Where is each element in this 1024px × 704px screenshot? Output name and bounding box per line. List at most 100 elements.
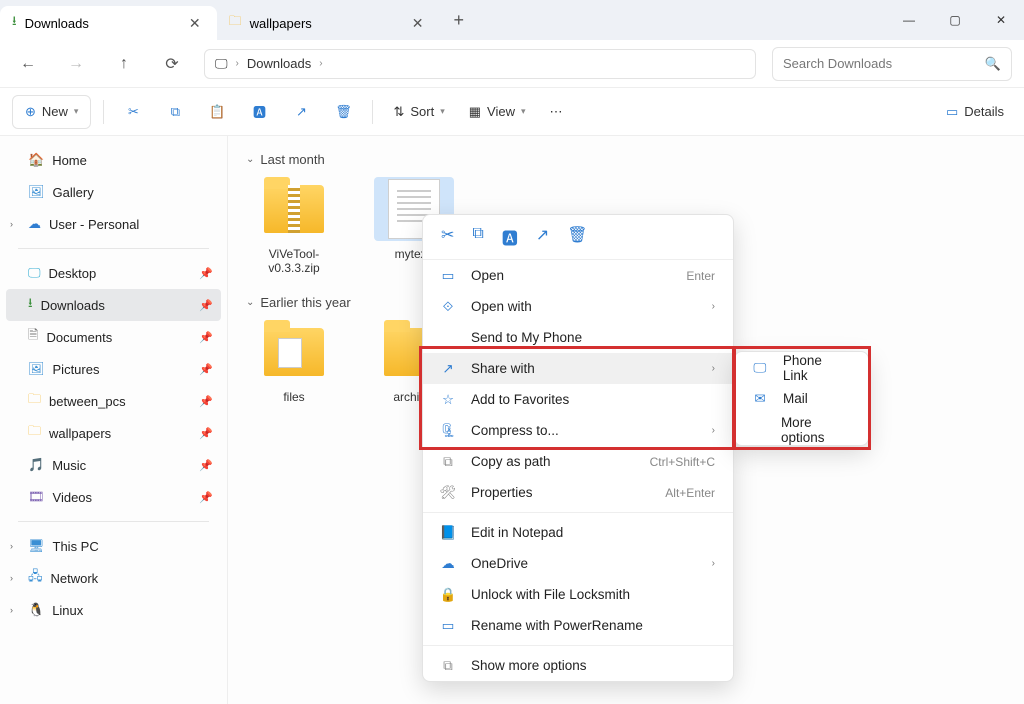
sort-label: Sort [410,104,434,119]
new-tab-button[interactable]: + [440,10,479,31]
sort-button[interactable]: ⇅ Sort ▾ [385,95,452,129]
sidebar-item-videos[interactable]: 🎞 Videos 📌 [6,481,221,513]
sidebar-item-music[interactable]: 🎵 Music 📌 [6,449,221,481]
chevron-down-icon: ⌄ [246,154,254,165]
ctx-properties[interactable]: 🛠 Properties Alt+Enter [423,477,733,508]
videos-icon: 🎞 [28,489,45,505]
file-item-zip[interactable]: ViVeTool-v0.3.3.zip [246,177,342,275]
ctx-copy-path[interactable]: ⧉ Copy as path Ctrl+Shift+C [423,446,733,477]
sort-icon: ⇅ [393,104,404,120]
pictures-icon: 🖼 [28,361,45,377]
forward-button[interactable]: → [60,48,92,80]
refresh-button[interactable]: ⟳ [156,48,188,80]
group-header-label: Last month [260,152,324,167]
pin-icon: 📌 [199,395,213,408]
sidebar-item-desktop[interactable]: 🖵 Desktop 📌 [6,257,221,289]
ctx-label: Phone Link [783,353,850,383]
divider [18,521,209,522]
tab-label: wallpapers [250,16,312,31]
notepad-icon: 📘 [439,525,457,541]
folder-item-files[interactable]: files [246,320,342,404]
ctx-label: Share with [471,361,535,376]
ctx-file-locksmith[interactable]: 🔒 Unlock with File Locksmith [423,579,733,610]
rename-button[interactable]: 🅰 [502,225,518,249]
copy-button[interactable]: ⧉ [158,95,192,129]
more-button[interactable]: ⋯ [542,95,571,129]
sidebar-item-this-pc[interactable]: › 🖥 This PC [6,530,221,562]
ctx-open-with[interactable]: ⟐ Open with › [423,291,733,322]
minimize-button[interactable]: — [886,0,932,40]
sidebar-item-label: Videos [53,490,93,505]
submenu-more-options[interactable]: More options [735,414,868,445]
search-input[interactable]: Search Downloads 🔍 [772,47,1012,81]
sidebar-item-home[interactable]: 🏠 Home [6,144,221,176]
sidebar-item-label: User - Personal [49,217,139,232]
tab-wallpapers[interactable]: 🗀 wallpapers ✕ [217,6,440,40]
sidebar-item-documents[interactable]: 🗎 Documents 📌 [6,321,221,353]
separator [372,100,373,124]
up-button[interactable]: ↑ [108,48,140,80]
search-icon: 🔍 [985,56,1001,72]
paste-button[interactable]: 📋 [200,95,234,129]
group-header-last-month[interactable]: ⌄ Last month [246,152,1006,167]
close-icon[interactable]: ✕ [185,13,205,34]
sidebar-item-downloads[interactable]: ⭳ Downloads 📌 [6,289,221,321]
breadcrumb[interactable]: 🖵 › Downloads › [204,49,756,79]
sidebar-item-label: wallpapers [49,426,111,441]
close-button[interactable]: ✕ [978,0,1024,40]
search-placeholder: Search Downloads [783,56,977,71]
share-button[interactable]: ↗ [284,95,318,129]
delete-button[interactable]: 🗑 [567,225,587,249]
sidebar-item-between-pcs[interactable]: 🗀 between_pcs 📌 [6,385,221,417]
pin-icon: 📌 [199,363,213,376]
ctx-edit-notepad[interactable]: 📘 Edit in Notepad [423,517,733,548]
tab-downloads[interactable]: ⭳ Downloads ✕ [0,6,217,40]
context-menu-toolbar: ✂ ⧉ 🅰 ↗ 🗑 [423,215,733,260]
view-button[interactable]: ▦ View ▾ [461,95,534,129]
close-icon[interactable]: ✕ [408,13,428,34]
delete-button[interactable]: 🗑 [326,95,360,129]
ctx-label: Open with [471,299,532,314]
ctx-open[interactable]: ▭ Open Enter [423,260,733,291]
new-button[interactable]: ⊕ New ▾ [12,95,91,129]
ctx-compress-to[interactable]: 🗜 Compress to... › [423,415,733,446]
cut-button[interactable]: ✂ [116,95,150,129]
sidebar-item-label: Documents [46,330,112,345]
share-icon: ↗ [439,361,457,377]
sidebar-item-gallery[interactable]: 🖼 Gallery [6,176,221,208]
share-button[interactable]: ↗ [536,225,549,249]
ctx-powerrename[interactable]: ▭ Rename with PowerRename [423,610,733,641]
ctx-show-more[interactable]: ⧉ Show more options [423,650,733,681]
compress-icon: 🗜 [439,423,457,439]
copy-button[interactable]: ⧉ [472,225,483,249]
sidebar-item-linux[interactable]: › 🐧 Linux [6,594,221,626]
sidebar-item-pictures[interactable]: 🖼 Pictures 📌 [6,353,221,385]
ctx-send-to-phone[interactable]: Send to My Phone [423,322,733,353]
submenu-mail[interactable]: ✉ Mail [735,383,868,414]
back-button[interactable]: ← [12,48,44,80]
cut-button[interactable]: ✂ [441,225,454,249]
ctx-label: Copy as path [471,454,551,469]
pc-icon: 🖥 [28,538,45,554]
desktop-icon: 🖵 [28,265,41,281]
titlebar: ⭳ Downloads ✕ 🗀 wallpapers ✕ + — ▢ ✕ [0,0,1024,40]
ctx-label: Mail [783,391,808,406]
ctx-hint: Enter [686,269,715,283]
chevron-right-icon: › [712,558,715,569]
chevron-right-icon: › [10,605,13,615]
details-button[interactable]: ▭ Details [938,95,1012,129]
sidebar-item-wallpapers[interactable]: 🗀 wallpapers 📌 [6,417,221,449]
maximize-button[interactable]: ▢ [932,0,978,40]
zip-icon [254,177,334,241]
paste-icon: 📋 [209,104,225,120]
ctx-share-with[interactable]: ↗ Share with › [423,353,733,384]
ctx-onedrive[interactable]: ☁ OneDrive › [423,548,733,579]
sidebar-item-network[interactable]: › 🖧 Network [6,562,221,594]
sidebar-item-user-personal[interactable]: › ☁ User - Personal [6,208,221,240]
folder-icon: 🗀 [28,422,41,444]
submenu-phone-link[interactable]: 🖵 Phone Link [735,352,868,383]
monitor-icon: 🖵 [215,56,228,72]
rename-button[interactable]: 🅰 [242,95,276,129]
share-submenu: 🖵 Phone Link ✉ Mail More options [734,351,869,446]
ctx-add-favorites[interactable]: ☆ Add to Favorites [423,384,733,415]
